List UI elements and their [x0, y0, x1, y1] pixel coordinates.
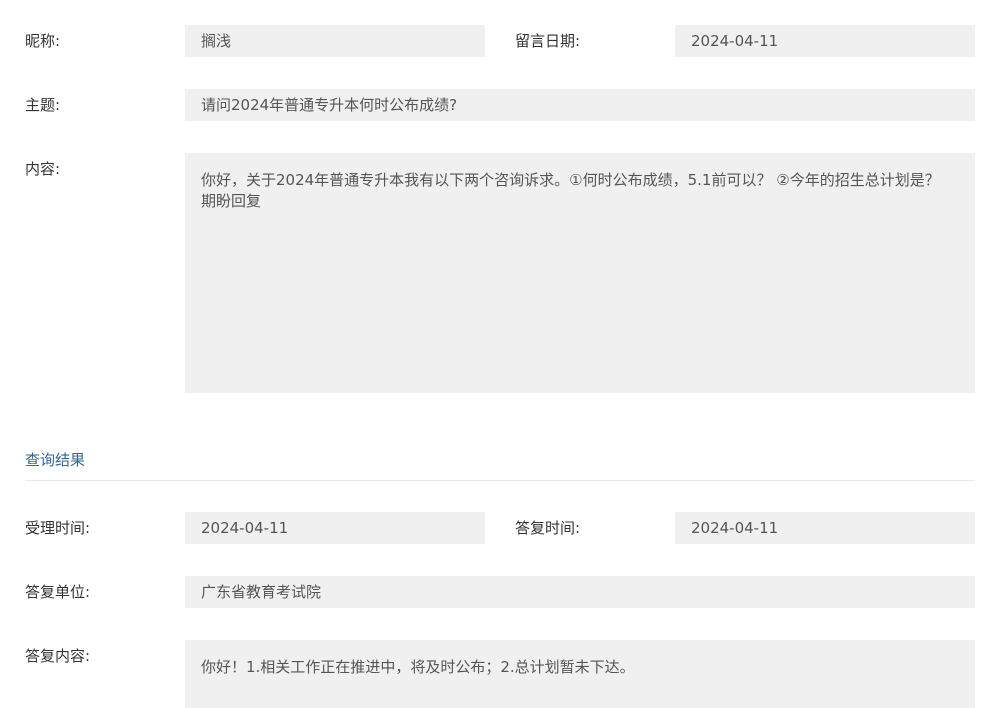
- accept-time-field: 2024-04-11: [185, 512, 485, 544]
- subject-label: 主题:: [25, 96, 61, 114]
- subject-field: 请问2024年普通专升本何时公布成绩?: [185, 89, 975, 121]
- content-label: 内容:: [25, 160, 61, 178]
- nickname-field: 搁浅: [185, 25, 485, 57]
- reply-content-field: 你好！1.相关工作正在推进中，将及时公布；2.总计划暂未下达。: [185, 640, 975, 708]
- reply-unit-label: 答复单位:: [25, 583, 91, 601]
- reply-unit-field: 广东省教育考试院: [185, 576, 975, 608]
- message-date-field: 2024-04-11: [675, 25, 975, 57]
- content-field: 你好，关于2024年普通专升本我有以下两个咨询诉求。①何时公布成绩，5.1前可以…: [185, 153, 975, 393]
- accept-time-label: 受理时间:: [25, 519, 91, 537]
- reply-time-label: 答复时间:: [515, 519, 581, 537]
- nickname-label: 昵称:: [25, 32, 61, 50]
- query-result-title: 查询结果: [25, 451, 86, 469]
- section-divider: [25, 480, 975, 481]
- reply-time-field: 2024-04-11: [675, 512, 975, 544]
- reply-content-label: 答复内容:: [25, 647, 91, 665]
- message-date-label: 留言日期:: [515, 32, 581, 50]
